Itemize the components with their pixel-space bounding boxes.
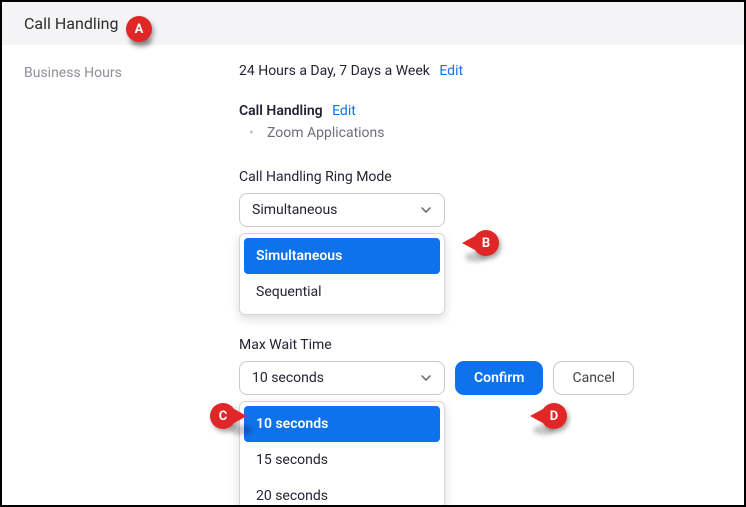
- call-handling-heading: Call Handling: [239, 103, 323, 119]
- annotation-callout-d: D: [541, 403, 567, 429]
- ring-mode-option-simultaneous[interactable]: Simultaneous: [244, 238, 440, 274]
- section-header-title: Call Handling: [24, 14, 118, 33]
- ring-mode-option-sequential[interactable]: Sequential: [244, 274, 440, 310]
- ring-mode-select[interactable]: Simultaneous: [239, 193, 445, 227]
- ring-mode-dropdown: Simultaneous Sequential: [239, 233, 445, 315]
- call-handling-item: Zoom Applications: [259, 125, 722, 141]
- wait-time-select-value: 10 seconds: [252, 370, 324, 386]
- business-hours-label: Business Hours: [24, 65, 122, 81]
- wait-time-option-20[interactable]: 20 seconds: [244, 478, 440, 507]
- confirm-button-label: Confirm: [474, 370, 524, 386]
- business-hours-edit-link[interactable]: Edit: [439, 63, 463, 79]
- cancel-button[interactable]: Cancel: [553, 361, 634, 395]
- business-hours-value: 24 Hours a Day, 7 Days a Week: [239, 63, 430, 79]
- wait-time-label: Max Wait Time: [239, 337, 722, 353]
- chevron-down-icon: [420, 372, 432, 384]
- annotation-shadow: [230, 425, 252, 435]
- section-header: Call Handling: [2, 2, 744, 45]
- ring-mode-label: Call Handling Ring Mode: [239, 169, 722, 185]
- annotation-callout-a: A: [126, 16, 152, 42]
- annotation-callout-c: C: [210, 403, 236, 429]
- business-hours-value-row: 24 Hours a Day, 7 Days a Week Edit: [239, 63, 722, 79]
- wait-time-option-10[interactable]: 10 seconds: [244, 406, 440, 442]
- call-handling-edit-link[interactable]: Edit: [332, 103, 356, 119]
- wait-time-select[interactable]: 10 seconds: [239, 361, 445, 395]
- chevron-down-icon: [420, 204, 432, 216]
- annotation-callout-b: B: [473, 230, 499, 256]
- confirm-button[interactable]: Confirm: [455, 361, 543, 395]
- wait-time-option-15[interactable]: 15 seconds: [244, 442, 440, 478]
- cancel-button-label: Cancel: [572, 370, 615, 386]
- ring-mode-select-value: Simultaneous: [252, 202, 337, 218]
- call-handling-heading-row: Call Handling Edit: [239, 103, 722, 119]
- wait-time-dropdown: 10 seconds 15 seconds 20 seconds: [239, 401, 445, 507]
